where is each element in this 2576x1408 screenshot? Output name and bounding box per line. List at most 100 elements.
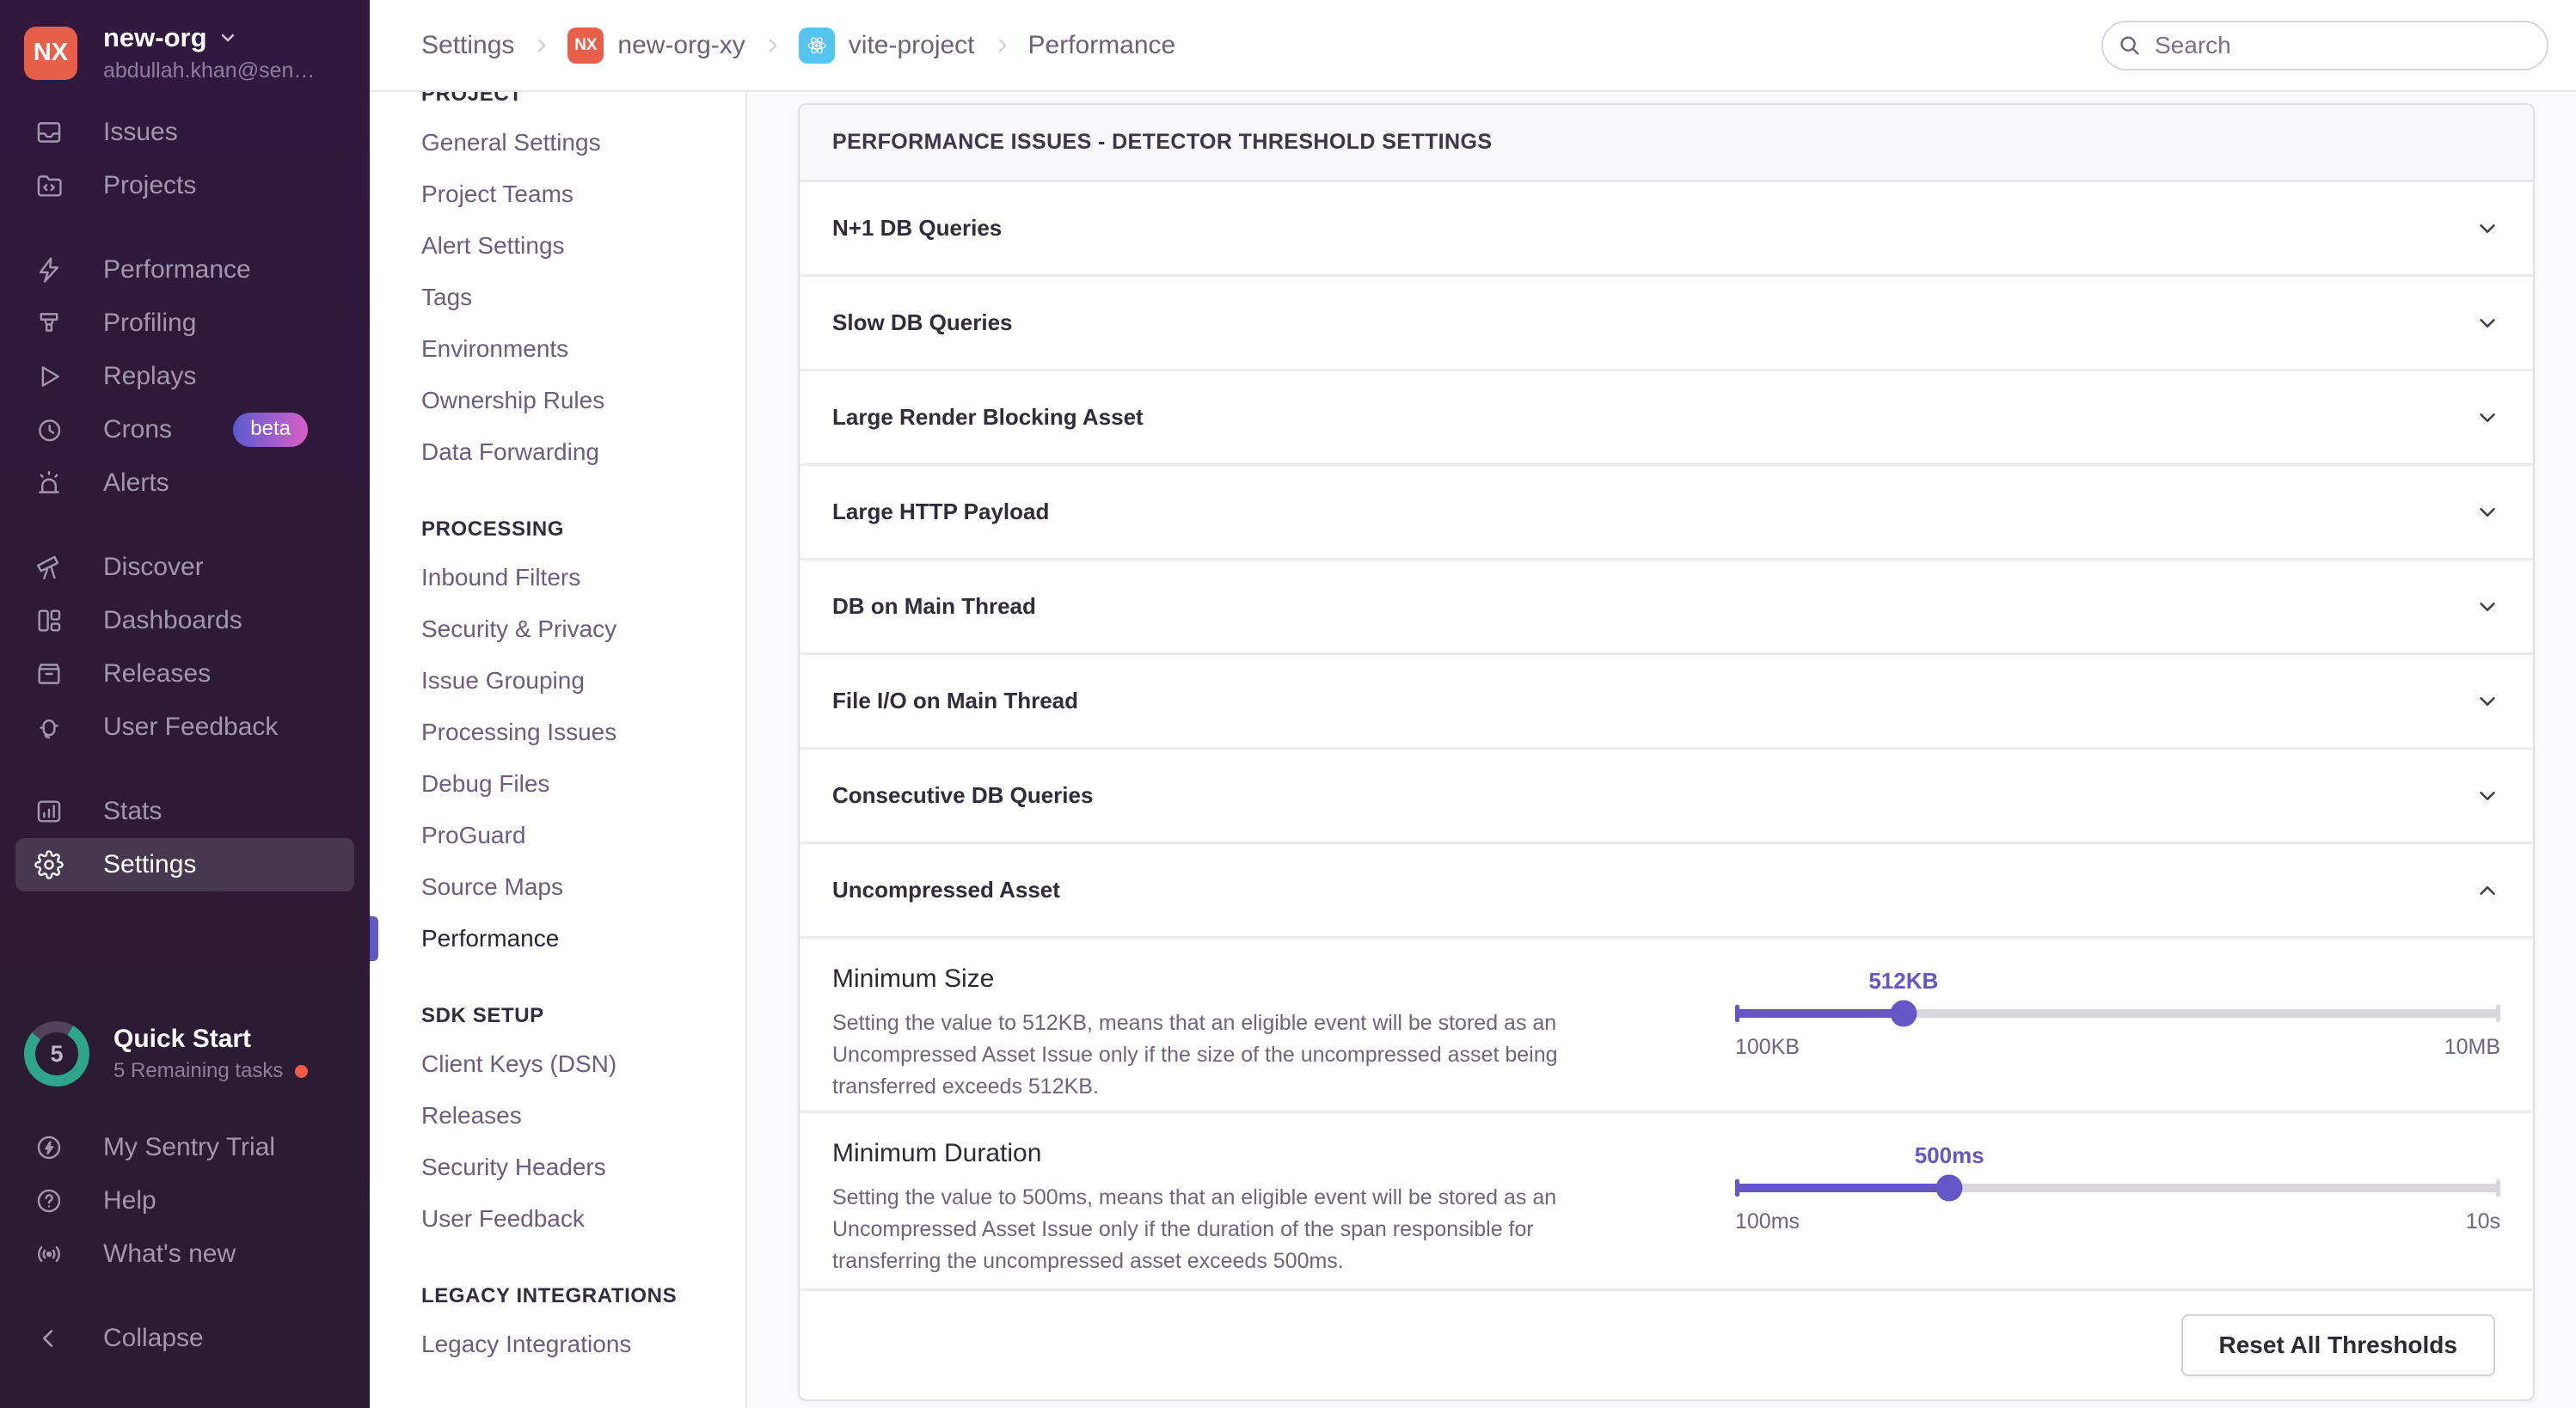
sidebar-item-projects[interactable]: Projects — [15, 159, 354, 212]
sidebar-item-alerts[interactable]: Alerts — [15, 456, 354, 510]
sidebar-item-label: User Feedback — [103, 713, 278, 742]
react-logo-icon — [799, 28, 835, 64]
detector-row-file-io-on-main-thread[interactable]: File I/O on Main Thread — [800, 655, 2533, 750]
nav-item-performance[interactable]: Performance — [421, 913, 745, 964]
nav-item-debug-files[interactable]: Debug Files — [421, 758, 745, 810]
nav-item-client-keys[interactable]: Client Keys (DSN) — [421, 1038, 745, 1090]
sidebar-item-label: Profiling — [103, 309, 196, 338]
detector-label: Consecutive DB Queries — [832, 782, 1093, 809]
nav-item-releases[interactable]: Releases — [421, 1090, 745, 1142]
quickstart-subtitle: 5 Remaining tasks — [113, 1059, 283, 1083]
detector-label: Large Render Blocking Asset — [832, 404, 1144, 431]
chevron-down-icon — [2475, 310, 2500, 336]
org-switcher[interactable]: NX new-org abdullah.khan@sen… — [0, 17, 370, 106]
sidebar-item-help[interactable]: Help — [15, 1174, 354, 1227]
slider-max-label: 10s — [2466, 1209, 2500, 1234]
sidebar-spacer — [0, 922, 370, 1021]
nav-item-project-teams[interactable]: Project Teams — [421, 168, 745, 220]
breadcrumb-org[interactable]: NX new-org-xy — [567, 28, 745, 64]
collapse-button[interactable]: Collapse — [15, 1312, 354, 1365]
help-icon — [34, 1186, 64, 1215]
sidebar-item-releases[interactable]: Releases — [15, 647, 354, 701]
nav-item-tags[interactable]: Tags — [421, 272, 745, 323]
nav-item-processing-issues[interactable]: Processing Issues — [421, 707, 745, 758]
org-badge: NX — [567, 28, 604, 64]
active-indicator — [370, 916, 378, 961]
replays-icon — [34, 362, 64, 391]
discover-icon — [34, 553, 64, 582]
org-email: abdullah.khan@sen… — [103, 58, 315, 83]
detector-label: DB on Main Thread — [832, 593, 1036, 620]
sidebar-item-settings[interactable]: Settings — [15, 838, 354, 891]
nav-item-user-feedback[interactable]: User Feedback — [421, 1193, 745, 1245]
chevron-down-icon — [2475, 689, 2500, 714]
sidebar-item-discover[interactable]: Discover — [15, 541, 354, 594]
nav-section-heading: SDK SETUP — [421, 1004, 745, 1028]
chevron-down-icon — [2475, 783, 2500, 809]
sidebar-item-replays[interactable]: Replays — [15, 350, 354, 403]
sidebar-item-crons[interactable]: Crons beta — [15, 403, 354, 456]
slider-thumb[interactable] — [1890, 1001, 1917, 1027]
nav-item-security-headers[interactable]: Security Headers — [421, 1142, 745, 1193]
nav-item-source-maps[interactable]: Source Maps — [421, 861, 745, 913]
collapse-label: Collapse — [103, 1324, 204, 1353]
nav-item-alert-settings[interactable]: Alert Settings — [421, 220, 745, 272]
sidebar-item-stats[interactable]: Stats — [15, 785, 354, 838]
sidebar-item-issues[interactable]: Issues — [15, 106, 354, 159]
nav-item-data-forwarding[interactable]: Data Forwarding — [421, 426, 745, 478]
sidebar-item-user-feedback[interactable]: User Feedback — [15, 701, 354, 754]
slider-thumb[interactable] — [1936, 1175, 1963, 1202]
sidebar-item-label: Replays — [103, 362, 196, 391]
crons-icon — [34, 415, 64, 444]
nav-item-label: Performance — [421, 925, 559, 952]
chevron-down-icon — [2475, 594, 2500, 620]
sidebar-item-performance[interactable]: Performance — [15, 243, 354, 297]
slider-track[interactable] — [1735, 1184, 2500, 1192]
detector-row-n1-db-queries[interactable]: N+1 DB Queries — [800, 182, 2533, 277]
quickstart-count: 5 — [35, 1032, 78, 1075]
quickstart-panel[interactable]: 5 Quick Start 5 Remaining tasks — [0, 1021, 370, 1087]
sidebar-item-profiling[interactable]: Profiling — [15, 297, 354, 350]
reset-all-thresholds-button[interactable]: Reset All Thresholds — [2181, 1314, 2495, 1376]
chevron-down-icon — [2475, 499, 2500, 525]
sidebar-item-dashboards[interactable]: Dashboards — [15, 594, 354, 647]
sidebar-group-admin: Stats Settings — [0, 785, 370, 891]
minimum-size-slider: 512KB 100KB 10MB — [1735, 964, 2500, 1111]
app-sidebar: NX new-org abdullah.khan@sen… Issues Pro… — [0, 0, 370, 1408]
detector-row-consecutive-db-queries[interactable]: Consecutive DB Queries — [800, 750, 2533, 844]
nav-item-environments[interactable]: Environments — [421, 323, 745, 375]
projects-icon — [34, 171, 64, 200]
chevron-down-icon — [2475, 405, 2500, 431]
quickstart-progress-ring: 5 — [24, 1021, 89, 1087]
slider-min-label: 100ms — [1735, 1209, 1800, 1234]
nav-item-security-privacy[interactable]: Security & Privacy — [421, 603, 745, 655]
slider-min-label: 100KB — [1735, 1035, 1800, 1060]
detector-label: File I/O on Main Thread — [832, 688, 1078, 714]
sidebar-item-label: What's new — [103, 1240, 236, 1269]
beta-badge: beta — [233, 413, 308, 447]
detector-row-slow-db-queries[interactable]: Slow DB Queries — [800, 277, 2533, 371]
slider-track[interactable] — [1735, 1009, 2500, 1018]
breadcrumb-settings[interactable]: Settings — [421, 31, 514, 60]
nav-item-inbound-filters[interactable]: Inbound Filters — [421, 552, 745, 603]
nav-item-legacy-integrations[interactable]: Legacy Integrations — [421, 1319, 745, 1370]
nav-item-ownership-rules[interactable]: Ownership Rules — [421, 375, 745, 426]
search-input[interactable] — [2101, 21, 2548, 70]
slider-value: 512KB — [1868, 968, 1938, 995]
sidebar-item-label: Performance — [103, 255, 251, 285]
breadcrumb-project[interactable]: vite-project — [799, 28, 975, 64]
chevron-down-icon — [2475, 216, 2500, 242]
nav-item-issue-grouping[interactable]: Issue Grouping — [421, 655, 745, 707]
detector-row-large-render-blocking-asset[interactable]: Large Render Blocking Asset — [800, 371, 2533, 466]
breadcrumb: Settings NX new-org-xy vite-project Perf… — [421, 28, 1175, 64]
nav-item-proguard[interactable]: ProGuard — [421, 810, 745, 861]
detector-row-uncompressed-asset[interactable]: Uncompressed Asset — [800, 844, 2533, 939]
performance-icon — [34, 255, 64, 285]
sidebar-item-my-sentry-trial[interactable]: My Sentry Trial — [15, 1121, 354, 1174]
chevron-right-icon — [992, 36, 1011, 55]
breadcrumb-label: Performance — [1028, 31, 1176, 60]
nav-item-general-settings[interactable]: General Settings — [421, 117, 745, 168]
detector-row-db-on-main-thread[interactable]: DB on Main Thread — [800, 560, 2533, 655]
sidebar-item-whats-new[interactable]: What's new — [15, 1227, 354, 1281]
detector-row-large-http-payload[interactable]: Large HTTP Payload — [800, 466, 2533, 560]
